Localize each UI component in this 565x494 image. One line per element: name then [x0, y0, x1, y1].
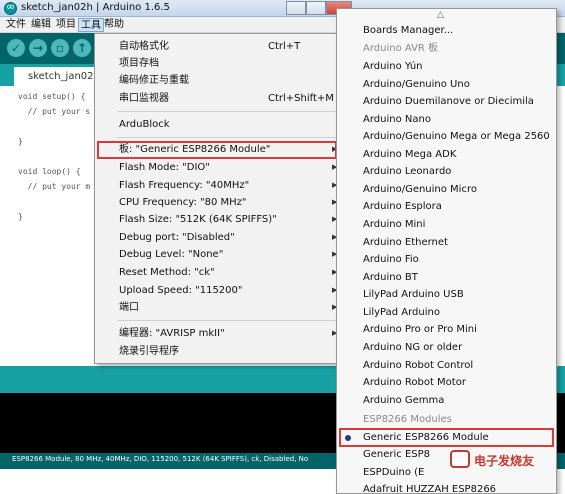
menu-item-ardublock[interactable]: ArduBlock	[95, 116, 345, 133]
menu-item-reset-method[interactable]: Reset Method: "ck" ▶	[95, 264, 345, 281]
board-item[interactable]: Arduino Leonardo	[337, 163, 556, 180]
code-line: }	[18, 212, 23, 221]
shortcut-label: Ctrl+T	[268, 41, 301, 52]
arduino-app-icon	[4, 0, 17, 15]
scroll-up-arrow-icon[interactable]: △	[437, 10, 444, 20]
board-item[interactable]: Arduino Mega ADK	[337, 146, 556, 163]
menu-item-label: Debug port: "Disabled"	[119, 232, 235, 243]
menu-item-label: 串口监视器	[119, 93, 169, 104]
board-item[interactable]: Arduino BT	[337, 269, 556, 286]
menu-item-label: CPU Frequency: "80 MHz"	[119, 197, 247, 208]
menu-item-auto-format[interactable]: 自动格式化 Ctrl+T	[95, 38, 345, 55]
code-line: void loop() {	[18, 167, 81, 176]
board-item[interactable]: Arduino Gemma	[337, 392, 556, 409]
upload-icon[interactable]: →	[29, 39, 47, 57]
board-item[interactable]: Arduino Yún	[337, 58, 556, 75]
menu-tools[interactable]: 工具	[78, 18, 104, 32]
board-item[interactable]: LilyPad Arduino	[337, 304, 556, 321]
board-item[interactable]: Arduino Nano	[337, 111, 556, 128]
menu-item-label: Flash Mode: "DIO"	[119, 162, 210, 173]
menu-item-cpu-frequency[interactable]: CPU Frequency: "80 MHz" ▶	[95, 194, 345, 211]
board-item[interactable]: Arduino NG or older	[337, 339, 556, 356]
menu-item-label: Debug Level: "None"	[119, 249, 224, 260]
board-highlight-box	[97, 141, 337, 159]
maximize-button[interactable]	[306, 1, 326, 15]
watermark-text: 电子发烧友	[474, 454, 535, 468]
menu-separator	[117, 320, 343, 321]
menu-item-debug-level[interactable]: Debug Level: "None" ▶	[95, 246, 345, 263]
board-item[interactable]: Arduino Pro or Pro Mini	[337, 321, 556, 338]
window-title: sketch_jan02h | Arduino 1.6.5	[21, 2, 170, 13]
code-line: }	[18, 137, 23, 146]
menu-item-label: 端口	[119, 302, 139, 313]
board-item[interactable]: Arduino Ethernet	[337, 234, 556, 251]
menu-item-label: Upload Speed: "115200"	[119, 285, 243, 296]
board-item[interactable]: Arduino/Genuino Micro	[337, 181, 556, 198]
menu-separator	[117, 137, 343, 138]
boards-submenu: △ Boards Manager... Arduino AVR 板 Arduin…	[336, 8, 557, 494]
menu-item-label: ArduBlock	[119, 119, 170, 130]
menu-help[interactable]: 帮助	[102, 18, 126, 32]
menu-item-label: 自动格式化	[119, 41, 169, 52]
menu-item-flash-size[interactable]: Flash Size: "512K (64K SPIFFS)" ▶	[95, 211, 345, 228]
code-line: // put your s	[18, 107, 91, 116]
board-group-header: ESP8266 Modules	[363, 414, 452, 425]
board-item[interactable]: Arduino/Genuino Mega or Mega 2560	[337, 128, 556, 145]
menu-item-archive-sketch[interactable]: 项目存档	[95, 55, 345, 72]
board-status-text: ESP8266 Module, 80 MHz, 40MHz, DIO, 1152…	[12, 455, 309, 463]
menu-item-debug-port[interactable]: Debug port: "Disabled" ▶	[95, 229, 345, 246]
board-item[interactable]: LilyPad Arduino USB	[337, 286, 556, 303]
menu-item-label: 烧录引导程序	[119, 346, 179, 357]
board-item[interactable]: Arduino Mini	[337, 216, 556, 233]
open-file-icon[interactable]: ↑	[73, 39, 91, 57]
board-item[interactable]: Arduino Fio	[337, 251, 556, 268]
menu-item-label: Reset Method: "ck"	[119, 267, 215, 278]
menu-item-burn-bootloader[interactable]: 烧录引导程序	[95, 343, 345, 360]
watermark-logo-icon	[450, 450, 470, 468]
menu-item-programmer[interactable]: 编程器: "AVRISP mkII" ▶	[95, 325, 345, 342]
code-line: // put your m	[18, 182, 91, 191]
watermark: 电子发烧友	[450, 448, 550, 472]
menu-item-label: Flash Size: "512K (64K SPIFFS)"	[119, 214, 277, 225]
menu-sketch[interactable]: 项目	[54, 18, 78, 32]
shortcut-label: Ctrl+Shift+M	[268, 93, 334, 104]
board-item[interactable]: Arduino Robot Control	[337, 357, 556, 374]
selected-board-highlight-box	[339, 428, 554, 447]
minimize-button[interactable]	[286, 1, 306, 15]
menu-item-label: 编程器: "AVRISP mkII"	[119, 328, 225, 339]
menu-item-label: 编码修正与重载	[119, 75, 189, 86]
board-item[interactable]: Arduino Duemilanove or Diecimila	[337, 93, 556, 110]
menu-item-port[interactable]: 端口 ▶	[95, 299, 345, 316]
menu-file[interactable]: 文件	[4, 18, 28, 32]
code-line: void setup() {	[18, 92, 86, 101]
tools-menu: 自动格式化 Ctrl+T 项目存档 编码修正与重载 串口监视器 Ctrl+Shi…	[94, 33, 346, 364]
menu-edit[interactable]: 编辑	[29, 18, 53, 32]
menu-item-flash-frequency[interactable]: Flash Frequency: "40MHz" ▶	[95, 177, 345, 194]
menu-item-flash-mode[interactable]: Flash Mode: "DIO" ▶	[95, 159, 345, 176]
verify-icon[interactable]: ✓	[7, 39, 25, 57]
menu-item-fix-encoding[interactable]: 编码修正与重载	[95, 72, 345, 89]
menu-item-serial-monitor[interactable]: 串口监视器 Ctrl+Shift+M	[95, 90, 345, 107]
board-item[interactable]: Adafruit HUZZAH ESP8266	[337, 481, 556, 493]
board-item[interactable]: Arduino Robot Motor	[337, 374, 556, 391]
boards-manager-item[interactable]: Boards Manager...	[337, 22, 556, 39]
menu-item-label: Flash Frequency: "40MHz"	[119, 180, 250, 191]
menu-separator	[117, 111, 343, 112]
board-item[interactable]: Arduino/Genuino Uno	[337, 76, 556, 93]
menu-item-label: 项目存档	[119, 58, 159, 69]
board-item[interactable]: Arduino Esplora	[337, 198, 556, 215]
new-file-icon[interactable]: ▫	[51, 39, 69, 57]
board-group-header: Arduino AVR 板	[363, 43, 439, 54]
menu-item-upload-speed[interactable]: Upload Speed: "115200" ▶	[95, 282, 345, 299]
